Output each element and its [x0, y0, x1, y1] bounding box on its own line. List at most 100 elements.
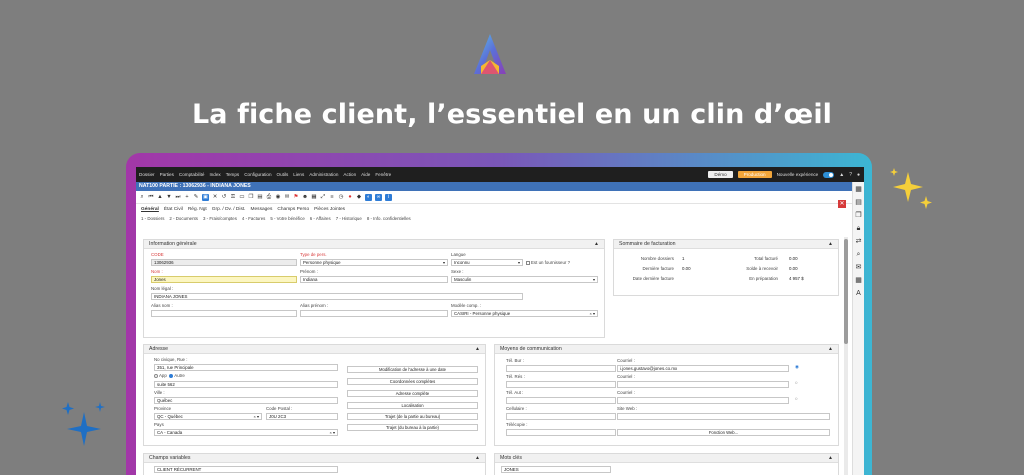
langue-select[interactable]: Inconnu ▾ [451, 259, 523, 266]
panel-header[interactable]: Moyens de communication ▲ [495, 345, 838, 354]
subtab-factures[interactable]: 4 - Factures [242, 216, 265, 221]
province-select[interactable]: QC - Québec × ▾ [154, 413, 262, 420]
autre-field[interactable]: suite 562 [154, 381, 338, 388]
courriel-field[interactable]: i.jones.gustavo@jones.co.mx [617, 365, 789, 372]
trajet-partie-button[interactable]: Trajet (de la partie au bureau) [347, 413, 478, 420]
menu-item[interactable]: Dossier [139, 172, 155, 177]
help-icon[interactable]: ? [849, 172, 852, 178]
subtab-historique[interactable]: 7 - Historique [336, 216, 362, 221]
subtab-documents[interactable]: 2 - Documents [169, 216, 198, 221]
undo-icon[interactable]: ↺ [221, 194, 227, 200]
expand-icon[interactable]: ⤢ [320, 194, 326, 201]
sexe-select[interactable]: Masculin ▾ [451, 276, 598, 283]
save-icon[interactable]: ▣ [202, 193, 209, 201]
clock-icon[interactable]: ◷ [338, 194, 344, 200]
menu-item[interactable]: Action [343, 172, 356, 177]
tab-reg-ngt[interactable]: Rég. Ngt [188, 207, 207, 212]
coordonnees-button[interactable]: Coordonnées complètes [347, 378, 478, 385]
first-icon[interactable]: ⏮ [148, 194, 154, 201]
user-icon[interactable]: ● [857, 172, 860, 178]
mail-icon[interactable]: ✉ [855, 263, 863, 273]
paste-icon[interactable]: ▤ [257, 194, 263, 200]
panel-header[interactable]: Adresse ▲ [144, 345, 485, 354]
copy-icon[interactable]: ❐ [248, 194, 254, 200]
subtab-confidentielles[interactable]: 8 - Info. confidentielles [367, 216, 411, 221]
demo-button[interactable]: Démo [708, 171, 733, 178]
bell-icon[interactable]: ▲ [839, 172, 844, 178]
menu-item[interactable]: Comptabilité [179, 172, 205, 177]
chevron-up-icon[interactable]: ▲ [475, 454, 480, 463]
subtab-frais[interactable]: 3 - Frais/comptes [203, 216, 237, 221]
tab-etat-civil[interactable]: État Civil [164, 207, 183, 212]
localisation-button[interactable]: Localisation [347, 402, 478, 409]
panel-header[interactable]: Mots clés ▲ [495, 454, 838, 463]
transfer-icon[interactable]: ⇄ [855, 237, 863, 247]
menu-item[interactable]: Outils [277, 172, 289, 177]
courriel3-radio[interactable]: ○ [795, 396, 798, 401]
folder-icon[interactable]: ▭ [239, 194, 245, 200]
tab-champs-perso[interactable]: Champs Perso [277, 207, 309, 212]
add-icon[interactable]: + [184, 194, 190, 200]
menu-item[interactable]: Fenêtre [375, 172, 391, 177]
postal-field[interactable]: J0U 2C3 [266, 413, 338, 420]
tag-icon[interactable]: ◆ [356, 194, 362, 200]
link-icon[interactable]: ∞ [375, 193, 382, 201]
subtab-benefice[interactable]: 5 - Votre bénéfice [270, 216, 304, 221]
menu-item[interactable]: Parties [160, 172, 174, 177]
pays-select[interactable]: CA - Canada × ▾ [154, 429, 338, 436]
tab-general[interactable]: Général [141, 207, 159, 212]
copy-icon[interactable]: ❐ [855, 211, 863, 221]
search-icon[interactable]: ⌕ [855, 250, 863, 260]
chevron-up-icon[interactable]: ▲ [828, 240, 833, 249]
calendar-icon[interactable]: ▦ [855, 185, 863, 195]
code-field[interactable]: 13062936 [151, 259, 297, 266]
menu-item[interactable]: Configuration [244, 172, 271, 177]
scrollbar[interactable] [844, 237, 848, 475]
tel-bur-field[interactable] [506, 365, 616, 372]
view-icon[interactable]: ◐ [365, 193, 372, 201]
champs-field[interactable]: CLIENT RÉCURRENT [154, 466, 338, 473]
cellulaire-field[interactable] [506, 413, 616, 420]
grid-icon[interactable]: ▦ [311, 194, 317, 200]
chevron-up-icon[interactable]: ▲ [594, 240, 599, 249]
civique-field[interactable]: 351, rue Principale [154, 364, 338, 371]
menu-item[interactable]: Aide [361, 172, 370, 177]
lock-icon[interactable]: ⚿ [230, 194, 236, 201]
site-web-field[interactable] [617, 413, 830, 420]
last-icon[interactable]: ⏭ [175, 194, 181, 201]
tab-groupes[interactable]: Grp. / Dv. / Dist. [212, 207, 246, 212]
chevron-up-icon[interactable]: ▲ [828, 454, 833, 463]
font-icon[interactable]: A [855, 289, 863, 299]
trajet-bureau-button[interactable]: Trajet (du bureau à la partie) [347, 424, 478, 431]
mots-field[interactable]: JONES [501, 466, 611, 473]
courriel2-radio[interactable]: ○ [795, 380, 798, 385]
checkbox-icon[interactable] [526, 260, 530, 265]
autre-radio[interactable] [169, 373, 174, 378]
subtab-affaires[interactable]: 6 - Affaires [310, 216, 331, 221]
subtab-dossiers[interactable]: 1 - Dossiers [141, 216, 164, 221]
modele-select[interactable]: CASIRI - Personne physique × ▾ [451, 310, 598, 317]
telecopie-field[interactable] [506, 429, 616, 436]
print-icon[interactable]: ⎙ [266, 194, 272, 201]
document-icon[interactable]: ▤ [855, 198, 863, 208]
lock-icon[interactable]: 🔒︎ [855, 224, 863, 234]
nom-field[interactable]: Jones [151, 276, 297, 283]
stop-icon[interactable]: ● [347, 194, 353, 200]
fonction-web-button[interactable]: Fonction Web... [617, 429, 830, 436]
next-icon[interactable]: ▼ [166, 194, 172, 200]
menu-item[interactable]: Liens [293, 172, 304, 177]
tab-pieces-jointes[interactable]: Pièces Jointes [314, 207, 345, 212]
search-icon[interactable]: ⌕ [139, 194, 145, 201]
fournisseur-checkbox[interactable]: Est un fournisseur ? [526, 260, 570, 265]
tab-messages[interactable]: Messages [251, 207, 273, 212]
panel-header[interactable]: Sommaire de facturation ▲ [614, 240, 838, 249]
app-radio[interactable] [154, 373, 158, 378]
panel-header[interactable]: Information générale ▲ [144, 240, 604, 249]
modify-address-button[interactable]: Modification de l'adresse à une date [347, 366, 478, 373]
production-button[interactable]: Production [737, 171, 772, 178]
group-icon[interactable]: ☻ [302, 194, 308, 200]
courriel2-field[interactable] [617, 381, 789, 388]
prenom-field[interactable]: Indiana [300, 276, 448, 283]
notes-icon[interactable]: ≡ [329, 194, 335, 200]
type-select[interactable]: Personne physique ▾ [300, 259, 448, 266]
